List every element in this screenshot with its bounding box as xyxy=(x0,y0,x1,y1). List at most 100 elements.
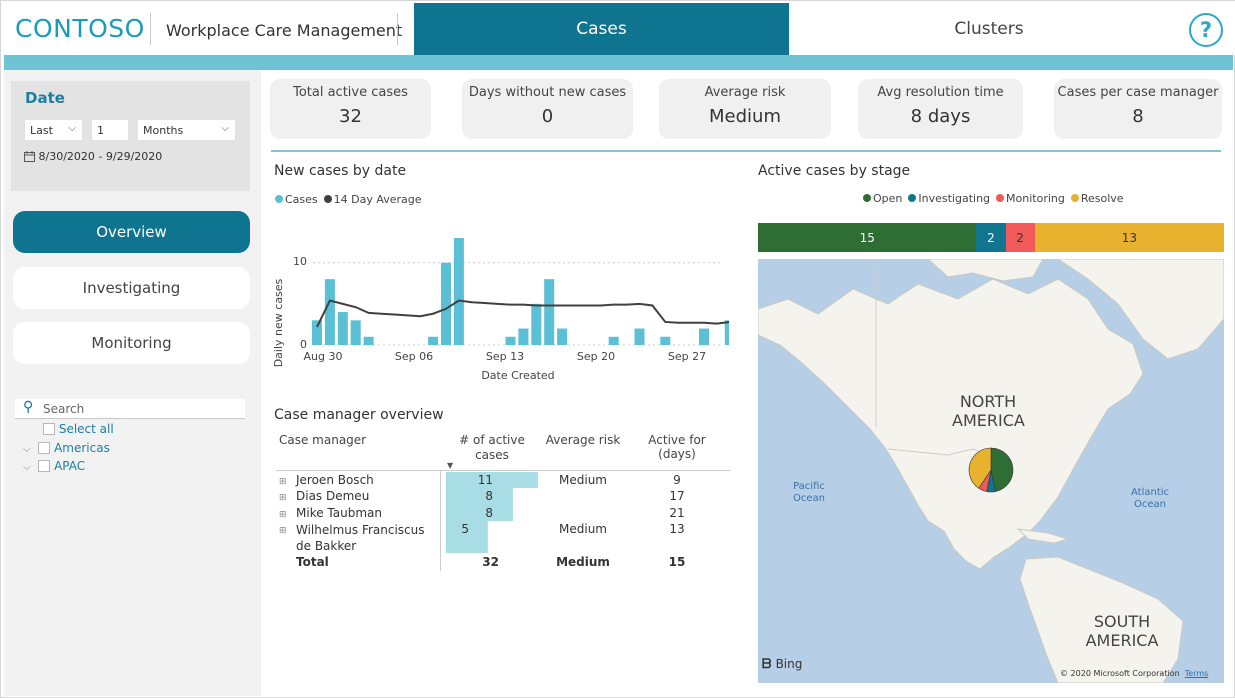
slicer-item-label: Americas xyxy=(54,441,110,455)
case-table-title: Case manager overview xyxy=(274,407,444,423)
region-search-input[interactable]: ⚲ Search xyxy=(15,399,245,419)
kpi-value: Medium xyxy=(709,106,781,127)
nav-monitoring-label: Monitoring xyxy=(91,334,172,352)
unit-dropdown-value: Months xyxy=(143,124,184,137)
bing-icon: ᗷ xyxy=(762,657,772,672)
checkbox[interactable] xyxy=(38,460,51,472)
total-cases: 32 xyxy=(482,555,499,569)
nav-monitoring[interactable]: Monitoring xyxy=(13,322,250,364)
stage-legend: Open Investigating Monitoring Resolve xyxy=(863,192,1124,205)
tab-cases[interactable]: Cases xyxy=(414,3,789,55)
unit-dropdown[interactable]: Months ⌵ xyxy=(137,119,236,141)
legend-dot xyxy=(275,195,283,203)
legend-label: Cases xyxy=(285,193,318,206)
kpi-label: Total active cases xyxy=(293,85,408,100)
column-header-risk[interactable]: Average risk xyxy=(542,433,624,447)
legend-label: Open xyxy=(873,192,903,205)
expand-icon[interactable]: ⊞ xyxy=(279,526,287,536)
date-filter-title: Date xyxy=(25,89,65,107)
land-caribbean xyxy=(1016,528,1070,544)
legend-item-resolve: Resolve xyxy=(1070,192,1124,205)
slicer-item-label: APAC xyxy=(54,459,86,473)
kpi-label: Avg resolution time xyxy=(877,85,1004,100)
chevron-down-icon[interactable]: ⌵ xyxy=(23,462,31,473)
case-bar xyxy=(337,312,348,345)
active-cases-count: 11 xyxy=(477,473,493,487)
terms-link[interactable]: Terms xyxy=(1185,669,1209,678)
active-days: 21 xyxy=(669,506,685,520)
slicer-item-apac[interactable]: ⌵ APAC xyxy=(23,459,85,473)
tab-clusters-label: Clusters xyxy=(954,19,1024,39)
column-header-cases[interactable]: # of active cases xyxy=(447,433,537,463)
case-bar xyxy=(518,328,529,345)
active-cases-count: 8 xyxy=(485,506,493,520)
map-label-south-america: SOUTH AMERICA xyxy=(1085,612,1159,650)
map-copyright: © 2020 Microsoft Corporation Terms xyxy=(1060,669,1208,678)
checkbox[interactable] xyxy=(43,423,55,435)
map-label-atlantic: Atlantic Ocean xyxy=(1130,487,1170,510)
nav-overview-label: Overview xyxy=(96,223,167,241)
slicer-item-select-all[interactable]: Select all xyxy=(43,422,114,436)
legend-dot xyxy=(1070,194,1079,202)
case-bar xyxy=(531,303,542,345)
stage-segment-resolve[interactable]: 13 xyxy=(1034,223,1224,252)
stage-segment-investigating[interactable]: 2 xyxy=(976,223,1006,252)
nav-overview[interactable]: Overview xyxy=(13,211,250,253)
copyright-text: © 2020 Microsoft Corporation xyxy=(1060,669,1180,678)
tab-clusters[interactable]: Clusters xyxy=(789,3,1189,55)
kpi-value: 0 xyxy=(541,106,554,127)
legend-item-monitoring: Monitoring xyxy=(996,192,1065,205)
active-cases-count: 5 xyxy=(461,522,469,536)
x-tick-label: Sep 20 xyxy=(577,350,615,363)
column-header-days[interactable]: Active for (days) xyxy=(629,433,725,461)
search-icon: ⚲ xyxy=(23,399,34,415)
slicer-item-americas[interactable]: ⌵ Americas xyxy=(23,441,110,455)
stage-segment-open[interactable]: 15 xyxy=(758,223,977,252)
case-bar xyxy=(324,279,335,345)
total-days: 15 xyxy=(668,555,686,569)
header-band xyxy=(4,55,1233,70)
tab-cases-label: Cases xyxy=(576,19,627,39)
sort-descending-icon[interactable]: ▼ xyxy=(447,461,453,470)
stage-chart-title: Active cases by stage xyxy=(758,163,911,179)
calendar-icon xyxy=(24,151,35,162)
case-bar xyxy=(724,320,729,345)
map-pie-marker[interactable] xyxy=(966,445,1016,495)
stage-stacked-bar: 15 2 2 13 xyxy=(758,223,1224,252)
chevron-down-icon[interactable]: ⌵ xyxy=(23,444,31,455)
expand-icon[interactable]: ⊞ xyxy=(279,510,287,520)
case-bar xyxy=(699,328,709,345)
new-cases-chart-title: New cases by date xyxy=(274,163,407,179)
case-bar xyxy=(441,262,451,345)
kpi-avg-resolution-time: Avg resolution time 8 days xyxy=(858,79,1023,139)
stage-segment-monitoring[interactable]: 2 xyxy=(1005,223,1035,252)
kpi-label: Days without new cases xyxy=(468,85,627,100)
kpi-total-active-cases: Total active cases 32 xyxy=(270,79,431,139)
expand-icon[interactable]: ⊞ xyxy=(279,477,287,487)
legend-label: Resolve xyxy=(1080,192,1124,205)
legend-label: 14 Day Average xyxy=(333,193,422,206)
legend-dot xyxy=(323,195,332,203)
case-bar xyxy=(453,238,464,345)
total-label: Total xyxy=(296,555,329,569)
cases-map[interactable]: NORTH AMERICA SOUTH AMERICA Pacific Ocea… xyxy=(758,259,1224,683)
legend-dot xyxy=(996,194,1005,202)
expand-icon[interactable]: ⊞ xyxy=(279,493,287,503)
stage-value-label: 13 xyxy=(1121,230,1137,245)
checkbox[interactable] xyxy=(38,442,51,454)
count-input[interactable]: 1 xyxy=(91,119,129,141)
relative-dropdown[interactable]: Last ⌵ xyxy=(24,119,83,141)
kpi-value: 8 xyxy=(1132,106,1144,127)
dashboard-app: CONTOSO Workplace Care Management Cases … xyxy=(0,0,1235,698)
nav-investigating[interactable]: Investigating xyxy=(13,267,250,309)
help-icon[interactable]: ? xyxy=(1189,13,1223,47)
case-bar xyxy=(544,279,555,345)
column-header-manager[interactable]: Case manager xyxy=(279,433,366,447)
kpi-value: 32 xyxy=(339,106,362,127)
average-risk: Medium xyxy=(559,522,607,536)
date-range: 8/30/2020 - 9/29/2020 xyxy=(24,150,162,163)
case-manager-name: Jeroen Bosch xyxy=(296,473,374,487)
section-divider xyxy=(271,150,1221,152)
case-bar xyxy=(608,336,619,345)
case-bar xyxy=(312,320,322,345)
